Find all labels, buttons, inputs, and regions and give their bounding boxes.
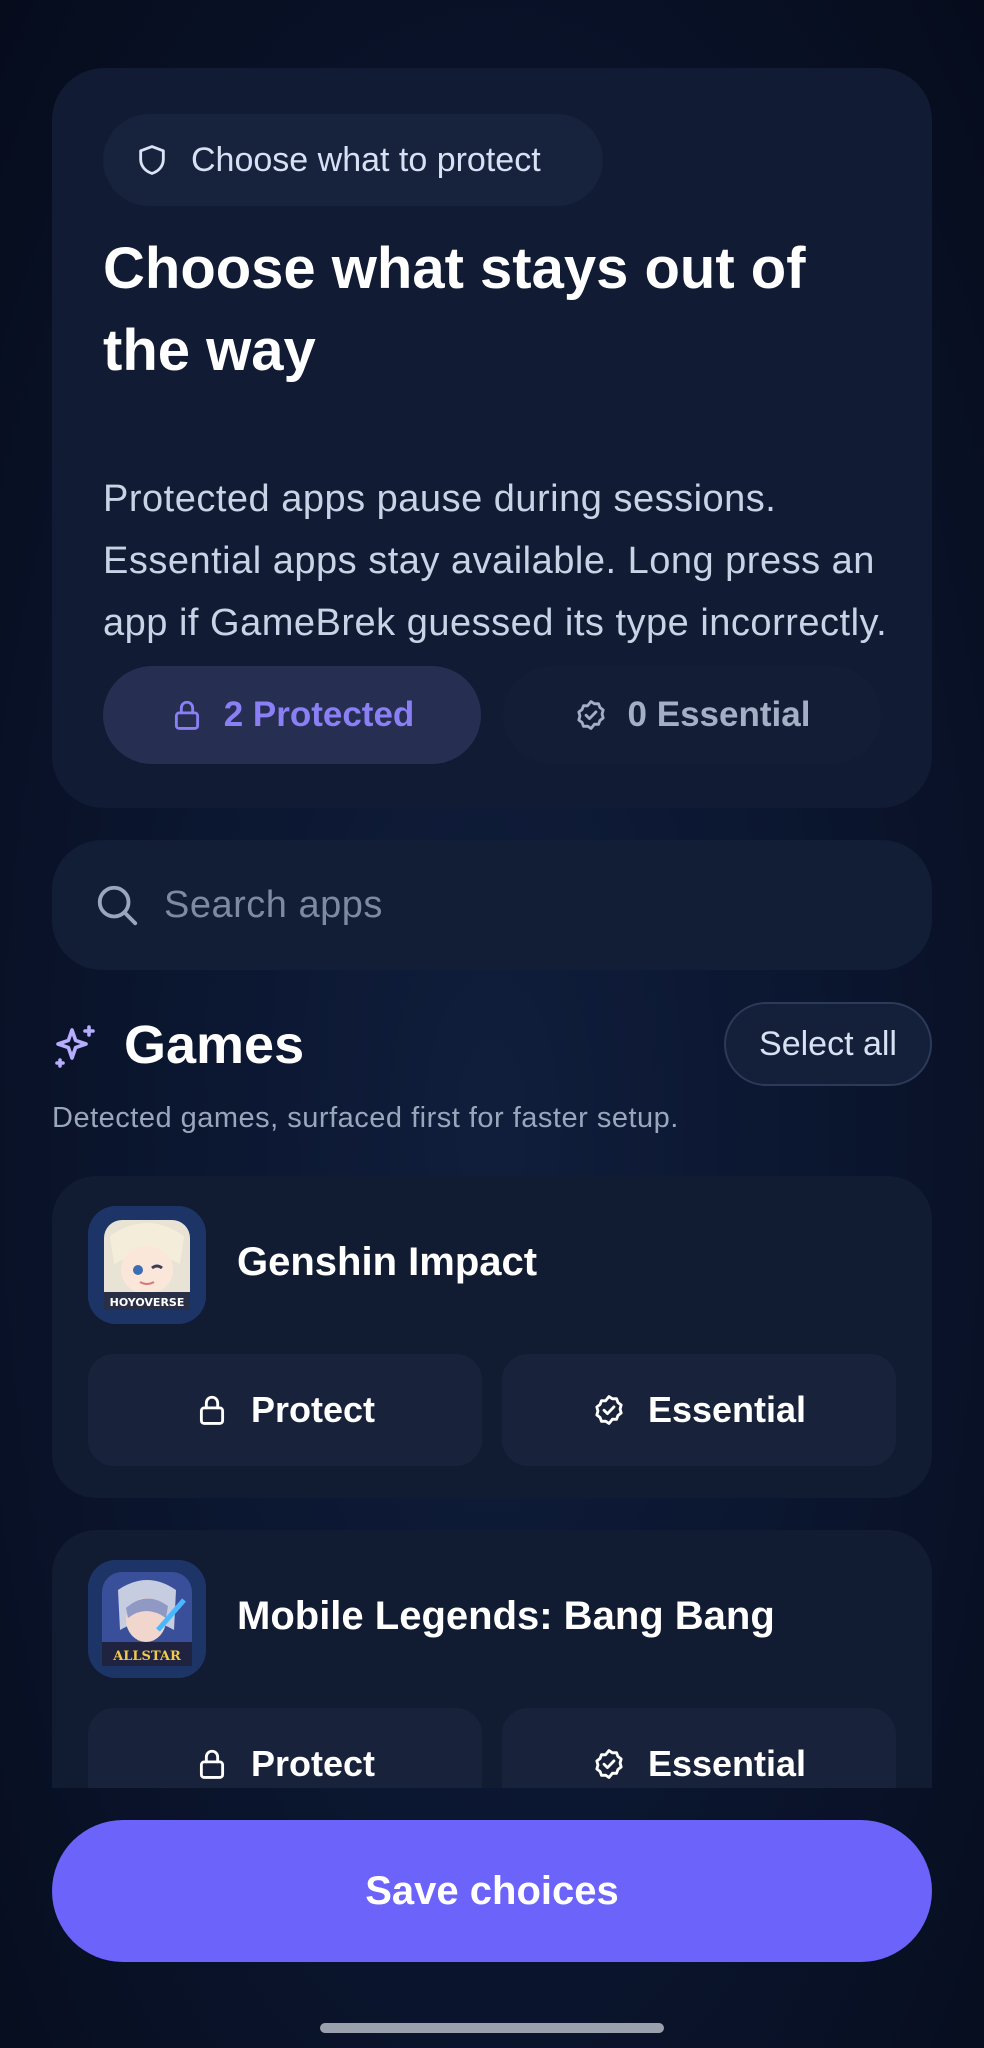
essential-button[interactable]: Essential (502, 1708, 896, 1788)
mobile-legends-app-icon: ALLSTAR (88, 1560, 206, 1678)
svg-text:HOYOVERSE: HOYOVERSE (110, 1296, 185, 1309)
protect-label: Protect (250, 1743, 376, 1784)
essential-button[interactable]: Essential (502, 1354, 896, 1466)
protection-intro-card: Choose what to protect Choose what stays… (52, 68, 932, 808)
search-placeholder: Search apps (164, 883, 383, 926)
svg-text:ALLSTAR: ALLSTAR (112, 1649, 181, 1664)
protected-count-badge[interactable]: 2 Protected (103, 666, 481, 764)
section-tag: Choose what to protect (103, 114, 603, 206)
section-tag-label: Choose what to protect (191, 140, 541, 179)
essential-label: Essential (647, 1389, 807, 1430)
badge-check-icon (576, 700, 605, 730)
app-card-mobile-legends[interactable]: ALLSTAR Mobile Legends: Bang Bang Protec… (52, 1530, 932, 1788)
shield-icon (139, 145, 165, 175)
protect-label: Protect (250, 1389, 376, 1430)
page-title: Choose what stays out of the way (103, 236, 806, 383)
app-name: Mobile Legends: Bang Bang (237, 1594, 775, 1638)
lock-icon (199, 1395, 225, 1425)
essential-label: Essential (647, 1743, 807, 1784)
protect-button[interactable]: Protect (88, 1708, 482, 1788)
sparkles-icon (55, 1025, 95, 1068)
lock-icon (199, 1749, 225, 1779)
select-all-button[interactable]: Select all (724, 1002, 932, 1086)
home-indicator[interactable] (320, 2023, 664, 2033)
page-description: Protected apps pause during sessions. Es… (103, 478, 888, 644)
essential-count-badge[interactable]: 0 Essential (503, 666, 881, 764)
search-input[interactable]: Search apps (52, 840, 932, 970)
essential-count-label: 0 Essential (627, 695, 811, 734)
app-name: Genshin Impact (237, 1240, 538, 1284)
save-choices-button[interactable]: Save choices (52, 1820, 932, 1962)
games-section-header: Games Select all (52, 1000, 932, 1090)
lock-icon (174, 700, 199, 730)
section-subtitle: Detected games, surfaced first for faste… (52, 1102, 679, 1134)
badge-check-icon (595, 1749, 623, 1779)
genshin-impact-app-icon: HOYOVERSE (88, 1206, 206, 1324)
section-title: Games (124, 1015, 305, 1075)
app-card-genshin-impact[interactable]: HOYOVERSE Genshin Impact Protect Essenti… (52, 1176, 932, 1498)
scroll-content[interactable]: Choose what to protect Choose what stays… (0, 0, 984, 1788)
search-icon (97, 885, 138, 926)
protected-count-label: 2 Protected (223, 695, 415, 734)
protect-button[interactable]: Protect (88, 1354, 482, 1466)
badge-check-icon (595, 1395, 623, 1425)
